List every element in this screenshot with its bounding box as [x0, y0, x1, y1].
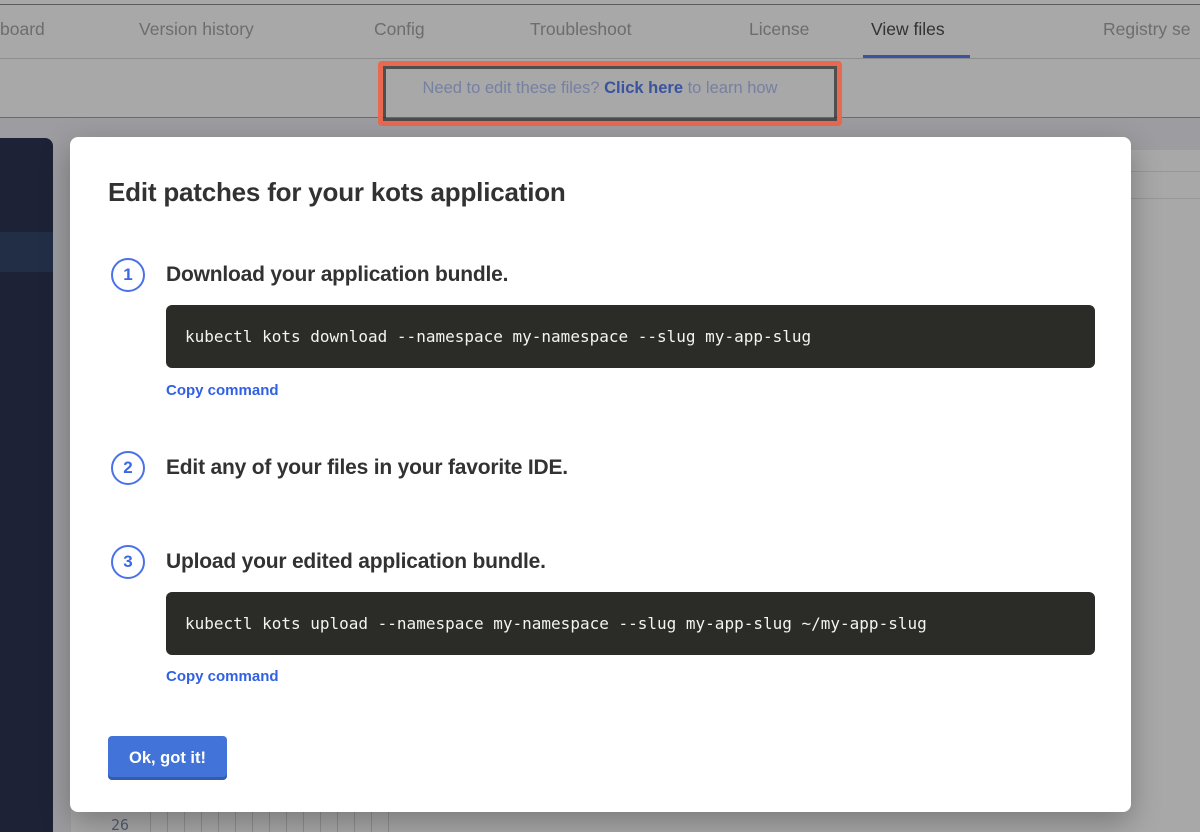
copy-download-command-link[interactable]: Copy command [166, 382, 279, 399]
step-1-heading: Download your application bundle. [166, 263, 508, 287]
download-command-text: kubectl kots download --namespace my-nam… [185, 327, 811, 346]
copy-upload-command-link[interactable]: Copy command [166, 668, 279, 685]
modal-title: Edit patches for your kots application [108, 177, 566, 208]
step-2-number: 2 [123, 458, 132, 478]
download-command-block: kubectl kots download --namespace my-nam… [166, 305, 1095, 368]
app-window: board Version history Config Troubleshoo… [0, 0, 1200, 832]
step-3-number-badge: 3 [111, 545, 145, 579]
step-2-row: 2 Edit any of your files in your favorit… [111, 451, 568, 485]
step-1-number: 1 [123, 265, 132, 285]
edit-patches-modal: Edit patches for your kots application 1… [70, 137, 1131, 812]
step-3-row: 3 Upload your edited application bundle. [111, 545, 546, 579]
step-3-number: 3 [123, 552, 132, 572]
step-1-number-badge: 1 [111, 258, 145, 292]
step-2-number-badge: 2 [111, 451, 145, 485]
upload-command-text: kubectl kots upload --namespace my-names… [185, 614, 927, 633]
step-1-row: 1 Download your application bundle. [111, 258, 508, 292]
upload-command-block: kubectl kots upload --namespace my-names… [166, 592, 1095, 655]
ok-got-it-button[interactable]: Ok, got it! [108, 736, 227, 780]
step-3-heading: Upload your edited application bundle. [166, 550, 546, 574]
annotation-highlight-box [378, 61, 842, 126]
step-2-heading: Edit any of your files in your favorite … [166, 456, 568, 480]
